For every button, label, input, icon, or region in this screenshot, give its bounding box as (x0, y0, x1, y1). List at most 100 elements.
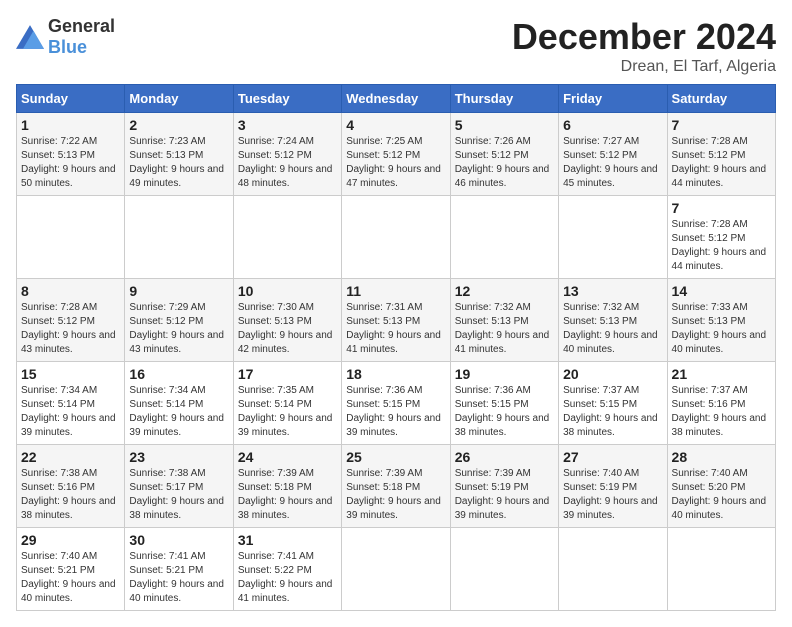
day-info-5: Sunrise: 7:26 AMSunset: 5:12 PMDaylight:… (455, 136, 550, 189)
day-cell-1: 1 Sunrise: 7:22 AMSunset: 5:13 PMDayligh… (17, 113, 125, 196)
header-wednesday: Wednesday (342, 85, 450, 113)
day-cell-17: 17 Sunrise: 7:35 AMSunset: 5:14 PMDaylig… (233, 362, 341, 445)
day-cell-10: 10 Sunrise: 7:30 AMSunset: 5:13 PMDaylig… (233, 279, 341, 362)
day-cell-16: 16 Sunrise: 7:34 AMSunset: 5:14 PMDaylig… (125, 362, 233, 445)
empty-cell (17, 196, 125, 279)
title-area: December 2024 Drean, El Tarf, Algeria (512, 16, 776, 76)
day-number-31: 31 (238, 532, 337, 548)
day-cell-18: 18 Sunrise: 7:36 AMSunset: 5:15 PMDaylig… (342, 362, 450, 445)
day-cell-25: 25 Sunrise: 7:39 AMSunset: 5:18 PMDaylig… (342, 445, 450, 528)
day-info-15: Sunrise: 7:34 AMSunset: 5:14 PMDaylight:… (21, 385, 116, 438)
day-info-21: Sunrise: 7:37 AMSunset: 5:16 PMDaylight:… (672, 385, 767, 438)
day-cell-7: 7 Sunrise: 7:28 AMSunset: 5:12 PMDayligh… (667, 113, 775, 196)
day-cell-28: 28 Sunrise: 7:40 AMSunset: 5:20 PMDaylig… (667, 445, 775, 528)
day-cell-3: 3 Sunrise: 7:24 AMSunset: 5:12 PMDayligh… (233, 113, 341, 196)
day-info-1: Sunrise: 7:22 AMSunset: 5:13 PMDaylight:… (21, 136, 116, 189)
day-cell-19: 19 Sunrise: 7:36 AMSunset: 5:15 PMDaylig… (450, 362, 558, 445)
day-cell-24: 24 Sunrise: 7:39 AMSunset: 5:18 PMDaylig… (233, 445, 341, 528)
day-number-3: 3 (238, 117, 337, 133)
day-cell-12: 12 Sunrise: 7:32 AMSunset: 5:13 PMDaylig… (450, 279, 558, 362)
day-number-24: 24 (238, 449, 337, 465)
empty-cell (342, 196, 450, 279)
day-info-4: Sunrise: 7:25 AMSunset: 5:12 PMDaylight:… (346, 136, 441, 189)
day-cell-2: 2 Sunrise: 7:23 AMSunset: 5:13 PMDayligh… (125, 113, 233, 196)
day-number-16: 16 (129, 366, 228, 382)
day-info-27: Sunrise: 7:40 AMSunset: 5:19 PMDaylight:… (563, 468, 658, 521)
day-info-20: Sunrise: 7:37 AMSunset: 5:15 PMDaylight:… (563, 385, 658, 438)
day-cell-26: 26 Sunrise: 7:39 AMSunset: 5:19 PMDaylig… (450, 445, 558, 528)
day-number-26: 26 (455, 449, 554, 465)
day-cell-14: 14 Sunrise: 7:33 AMSunset: 5:13 PMDaylig… (667, 279, 775, 362)
day-info-13: Sunrise: 7:32 AMSunset: 5:13 PMDaylight:… (563, 302, 658, 355)
day-info-31: Sunrise: 7:41 AMSunset: 5:22 PMDaylight:… (238, 551, 333, 604)
empty-cell (125, 196, 233, 279)
day-number-28: 28 (672, 449, 771, 465)
logo-icon (16, 25, 44, 49)
day-number-27: 27 (563, 449, 662, 465)
day-info-9: Sunrise: 7:29 AMSunset: 5:12 PMDaylight:… (129, 302, 224, 355)
day-info-25: Sunrise: 7:39 AMSunset: 5:18 PMDaylight:… (346, 468, 441, 521)
day-info-26: Sunrise: 7:39 AMSunset: 5:19 PMDaylight:… (455, 468, 550, 521)
header-thursday: Thursday (450, 85, 558, 113)
day-number-22: 22 (21, 449, 120, 465)
week-row-3: 8 Sunrise: 7:28 AMSunset: 5:12 PMDayligh… (17, 279, 776, 362)
day-number-8: 8 (21, 283, 120, 299)
day-number-30: 30 (129, 532, 228, 548)
day-info-2: Sunrise: 7:23 AMSunset: 5:13 PMDaylight:… (129, 136, 224, 189)
day-cell-22: 22 Sunrise: 7:38 AMSunset: 5:16 PMDaylig… (17, 445, 125, 528)
day-cell-31: 31 Sunrise: 7:41 AMSunset: 5:22 PMDaylig… (233, 528, 341, 611)
location-title: Drean, El Tarf, Algeria (512, 58, 776, 76)
day-info-12: Sunrise: 7:32 AMSunset: 5:13 PMDaylight:… (455, 302, 550, 355)
day-cell-5: 5 Sunrise: 7:26 AMSunset: 5:12 PMDayligh… (450, 113, 558, 196)
day-number-4: 4 (346, 117, 445, 133)
day-info-17: Sunrise: 7:35 AMSunset: 5:14 PMDaylight:… (238, 385, 333, 438)
day-number-11: 11 (346, 283, 445, 299)
day-number-21: 21 (672, 366, 771, 382)
empty-cell (233, 196, 341, 279)
day-number-15: 15 (21, 366, 120, 382)
month-title: December 2024 (512, 16, 776, 58)
calendar-table: Sunday Monday Tuesday Wednesday Thursday… (16, 84, 776, 611)
day-number-19: 19 (455, 366, 554, 382)
day-info-8: Sunrise: 7:28 AMSunset: 5:12 PMDaylight:… (21, 302, 116, 355)
week-row-6: 29 Sunrise: 7:40 AMSunset: 5:21 PMDaylig… (17, 528, 776, 611)
day-info-18: Sunrise: 7:36 AMSunset: 5:15 PMDaylight:… (346, 385, 441, 438)
day-number-13: 13 (563, 283, 662, 299)
day-info-28: Sunrise: 7:40 AMSunset: 5:20 PMDaylight:… (672, 468, 767, 521)
day-info-19: Sunrise: 7:36 AMSunset: 5:15 PMDaylight:… (455, 385, 550, 438)
day-cell-8: 8 Sunrise: 7:28 AMSunset: 5:12 PMDayligh… (17, 279, 125, 362)
day-cell-30: 30 Sunrise: 7:41 AMSunset: 5:21 PMDaylig… (125, 528, 233, 611)
day-cell-29: 29 Sunrise: 7:40 AMSunset: 5:21 PMDaylig… (17, 528, 125, 611)
day-number-6: 6 (563, 117, 662, 133)
day-number-18: 18 (346, 366, 445, 382)
day-cell-6: 6 Sunrise: 7:27 AMSunset: 5:12 PMDayligh… (559, 113, 667, 196)
day-info-11: Sunrise: 7:31 AMSunset: 5:13 PMDaylight:… (346, 302, 441, 355)
day-number-2: 2 (129, 117, 228, 133)
header-saturday: Saturday (667, 85, 775, 113)
day-cell-27: 27 Sunrise: 7:40 AMSunset: 5:19 PMDaylig… (559, 445, 667, 528)
day-number-23: 23 (129, 449, 228, 465)
day-info-30: Sunrise: 7:41 AMSunset: 5:21 PMDaylight:… (129, 551, 224, 604)
day-number-20: 20 (563, 366, 662, 382)
week-row-2: 7 Sunrise: 7:28 AMSunset: 5:12 PMDayligh… (17, 196, 776, 279)
day-number-7: 7 (672, 200, 771, 216)
day-number-25: 25 (346, 449, 445, 465)
header-sunday: Sunday (17, 85, 125, 113)
logo: General Blue (16, 16, 115, 58)
day-cell-7: 7 Sunrise: 7:28 AMSunset: 5:12 PMDayligh… (667, 196, 775, 279)
logo-text-blue: Blue (48, 37, 87, 57)
day-number-14: 14 (672, 283, 771, 299)
empty-cell (559, 528, 667, 611)
day-cell-13: 13 Sunrise: 7:32 AMSunset: 5:13 PMDaylig… (559, 279, 667, 362)
header-monday: Monday (125, 85, 233, 113)
week-row-1: 1 Sunrise: 7:22 AMSunset: 5:13 PMDayligh… (17, 113, 776, 196)
day-cell-20: 20 Sunrise: 7:37 AMSunset: 5:15 PMDaylig… (559, 362, 667, 445)
day-number-1: 1 (21, 117, 120, 133)
day-info-16: Sunrise: 7:34 AMSunset: 5:14 PMDaylight:… (129, 385, 224, 438)
empty-cell (559, 196, 667, 279)
day-cell-23: 23 Sunrise: 7:38 AMSunset: 5:17 PMDaylig… (125, 445, 233, 528)
weekday-header-row: Sunday Monday Tuesday Wednesday Thursday… (17, 85, 776, 113)
day-info-22: Sunrise: 7:38 AMSunset: 5:16 PMDaylight:… (21, 468, 116, 521)
day-number-5: 5 (455, 117, 554, 133)
empty-cell (450, 528, 558, 611)
